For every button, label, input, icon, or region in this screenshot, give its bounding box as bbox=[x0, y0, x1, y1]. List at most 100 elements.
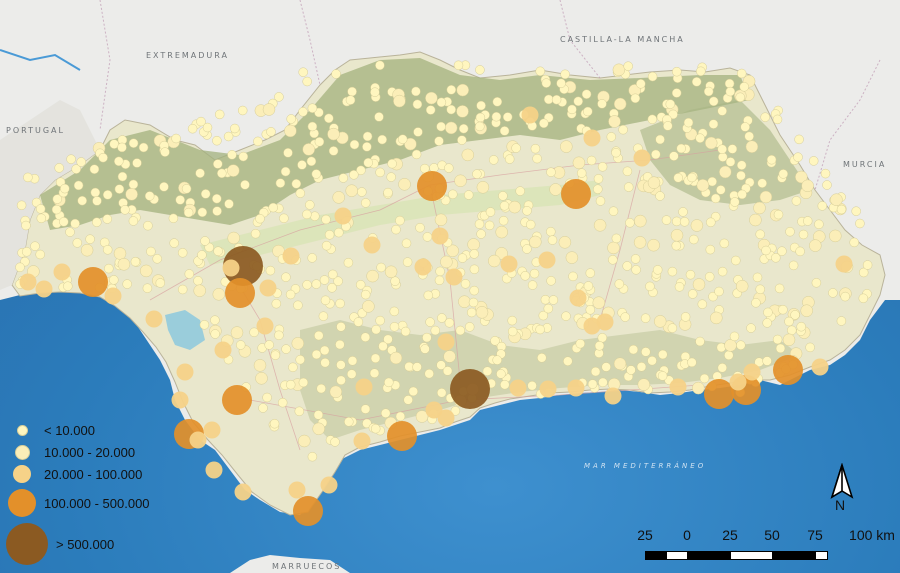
population-marker bbox=[551, 94, 562, 105]
population-marker bbox=[500, 379, 510, 390]
population-marker bbox=[76, 157, 86, 167]
population-marker bbox=[800, 304, 813, 317]
population-marker bbox=[640, 313, 651, 323]
population-marker bbox=[461, 148, 475, 162]
population-marker bbox=[277, 397, 288, 408]
population-marker bbox=[371, 324, 381, 335]
population-marker bbox=[456, 105, 469, 118]
population-marker bbox=[687, 172, 697, 183]
population-marker bbox=[223, 131, 234, 142]
population-marker bbox=[214, 341, 232, 359]
population-marker bbox=[375, 315, 385, 326]
population-marker bbox=[762, 356, 772, 366]
population-marker bbox=[402, 257, 413, 267]
population-marker bbox=[177, 248, 188, 258]
population-marker bbox=[375, 60, 385, 71]
population-marker bbox=[762, 318, 772, 328]
population-marker bbox=[633, 149, 651, 167]
population-marker bbox=[794, 134, 804, 145]
population-marker bbox=[327, 283, 337, 293]
population-marker bbox=[138, 142, 149, 153]
population-marker bbox=[258, 403, 268, 413]
population-marker bbox=[380, 408, 391, 418]
population-marker bbox=[253, 136, 263, 147]
legend-item-20k-100k: 20.000 - 100.000 bbox=[6, 463, 142, 485]
population-marker bbox=[630, 93, 641, 104]
population-marker bbox=[782, 333, 796, 347]
population-marker bbox=[601, 362, 611, 372]
population-marker bbox=[320, 295, 331, 306]
population-marker bbox=[729, 373, 747, 391]
population-marker bbox=[796, 321, 806, 332]
population-marker bbox=[476, 229, 486, 239]
population-marker bbox=[561, 179, 591, 209]
population-marker bbox=[21, 247, 32, 257]
population-marker bbox=[665, 99, 676, 109]
population-marker bbox=[316, 383, 326, 394]
population-marker bbox=[15, 262, 25, 273]
population-marker bbox=[78, 267, 108, 297]
population-marker bbox=[575, 338, 586, 349]
population-marker bbox=[772, 114, 783, 125]
population-marker bbox=[814, 219, 824, 230]
population-marker bbox=[655, 134, 665, 145]
population-marker bbox=[320, 357, 330, 368]
population-marker bbox=[611, 147, 621, 158]
population-marker bbox=[200, 189, 211, 199]
population-marker bbox=[312, 422, 325, 436]
population-marker bbox=[212, 206, 222, 216]
population-marker bbox=[435, 266, 445, 277]
population-marker bbox=[16, 200, 27, 211]
population-marker bbox=[585, 305, 596, 315]
population-marker bbox=[307, 253, 317, 263]
population-marker bbox=[775, 343, 786, 354]
scale-segment bbox=[687, 551, 731, 560]
scale-segment bbox=[645, 551, 667, 560]
legend-label: 100.000 - 500.000 bbox=[44, 495, 150, 511]
population-marker bbox=[829, 229, 842, 243]
population-marker bbox=[717, 106, 727, 116]
population-marker bbox=[386, 172, 396, 182]
population-marker bbox=[321, 214, 331, 225]
population-marker bbox=[264, 340, 274, 350]
population-marker bbox=[548, 295, 559, 305]
population-marker bbox=[307, 451, 318, 462]
population-marker bbox=[719, 165, 732, 179]
population-marker bbox=[777, 246, 787, 256]
population-marker bbox=[181, 184, 192, 194]
north-arrow-label: N bbox=[835, 497, 846, 513]
population-marker bbox=[65, 227, 75, 237]
population-marker bbox=[558, 236, 572, 249]
population-marker bbox=[262, 392, 272, 403]
population-marker bbox=[436, 97, 447, 108]
population-marker bbox=[525, 219, 536, 230]
population-marker bbox=[636, 362, 647, 372]
population-marker bbox=[543, 94, 554, 105]
population-marker bbox=[527, 380, 537, 391]
population-marker bbox=[547, 235, 558, 245]
population-marker bbox=[597, 99, 607, 109]
population-marker bbox=[535, 66, 545, 77]
population-marker bbox=[411, 86, 421, 97]
population-marker bbox=[593, 174, 604, 184]
population-marker bbox=[446, 104, 456, 115]
population-marker bbox=[122, 279, 132, 289]
population-marker bbox=[697, 299, 708, 309]
population-marker bbox=[475, 306, 489, 319]
population-marker bbox=[168, 213, 179, 224]
population-marker bbox=[611, 233, 622, 244]
population-marker bbox=[692, 278, 706, 291]
population-marker bbox=[318, 311, 329, 321]
population-marker bbox=[724, 339, 737, 352]
population-marker bbox=[727, 144, 738, 154]
population-marker bbox=[227, 164, 240, 177]
population-marker bbox=[423, 290, 434, 301]
population-marker bbox=[820, 168, 831, 179]
population-marker bbox=[306, 156, 317, 167]
population-marker bbox=[475, 121, 485, 132]
population-marker bbox=[114, 184, 125, 194]
population-marker bbox=[613, 97, 627, 111]
population-marker bbox=[335, 298, 345, 309]
population-marker bbox=[171, 133, 181, 144]
population-marker bbox=[59, 217, 69, 227]
